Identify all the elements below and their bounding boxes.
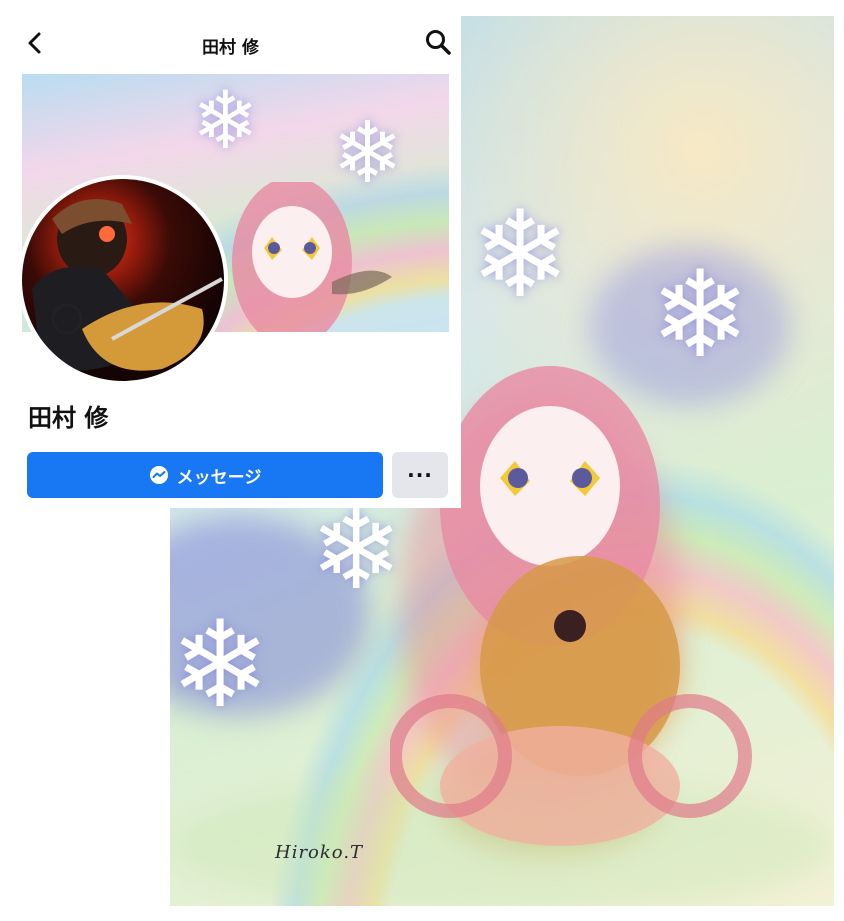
messenger-icon [149, 466, 168, 484]
guitarist-photo [32, 199, 223, 371]
message-button[interactable]: メッセージ [27, 452, 383, 498]
page-title: 田村 修 [202, 38, 259, 58]
snowflake-icon: ❄ [170, 596, 271, 735]
message-button-label: メッセージ [176, 467, 262, 488]
profile-name: 田村 修 [28, 404, 109, 432]
snowflake-icon: ❄ [192, 74, 260, 167]
profile-card: 田村 修 ❄ ❄ 田村 修 メッセージ ··· [0, 0, 461, 508]
artist-signature: Hiroko.T [275, 842, 364, 863]
search-icon [426, 30, 451, 55]
cover-figure [232, 182, 392, 332]
avatar-photo [22, 179, 224, 381]
more-options-icon: ··· [407, 463, 433, 487]
top-navigation-bar: 田村 修 [0, 0, 461, 74]
snowflake-icon: ❄ [470, 186, 571, 325]
snowflake-icon: ❄ [650, 246, 751, 385]
profile-avatar[interactable] [18, 175, 228, 385]
search-button[interactable] [424, 28, 452, 56]
more-options-button[interactable]: ··· [392, 452, 448, 498]
